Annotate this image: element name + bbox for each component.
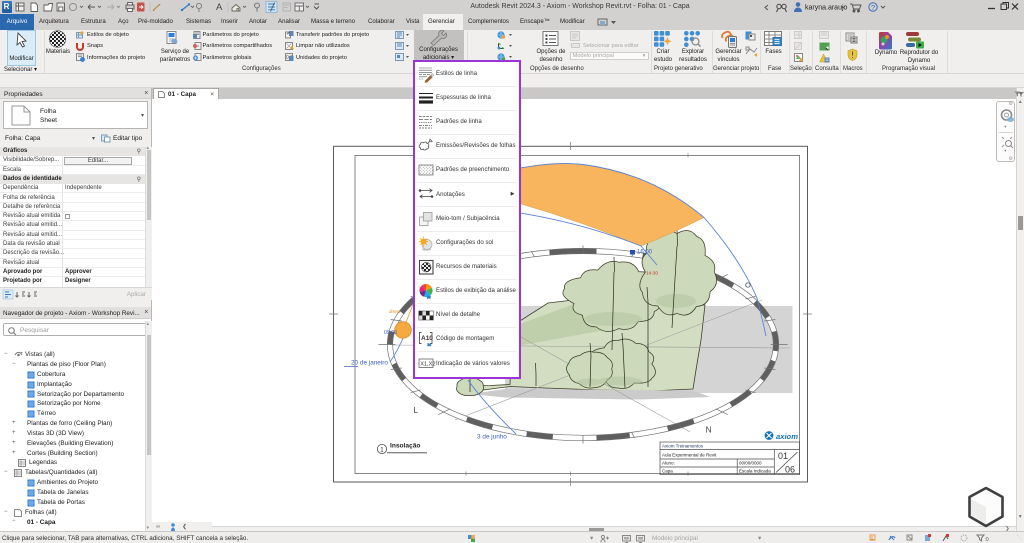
svg-text:00/00/0000: 00/00/0000 — [739, 461, 762, 466]
svg-text:Insolação: Insolação — [390, 443, 420, 450]
svg-text:O: O — [745, 281, 751, 290]
svg-text:?: ? — [871, 3, 875, 12]
svg-text:06: 06 — [785, 465, 795, 475]
svg-text:01: 01 — [778, 451, 788, 461]
svg-text:Aluno:: Aluno: — [662, 461, 675, 466]
svg-text:axiom: axiom — [776, 432, 798, 441]
svg-text:karyna.araujo: karyna.araujo — [805, 5, 848, 12]
svg-text:N: N — [706, 425, 712, 435]
svg-text:L: L — [414, 405, 419, 415]
svg-text:A: A — [216, 2, 223, 13]
svg-text:3 de junho: 3 de junho — [477, 434, 507, 441]
svg-text:Escala Indicada: Escala Indicada — [739, 469, 771, 474]
svg-text::0: :0 — [985, 537, 989, 543]
svg-text:09:00: 09:00 — [384, 330, 397, 336]
svg-text:20 de janeiro: 20 de janeiro — [351, 360, 388, 367]
svg-text:Axiom Treinamentos: Axiom Treinamentos — [662, 443, 704, 448]
svg-text:Aula Experimental de Revit: Aula Experimental de Revit — [662, 453, 717, 458]
svg-text:16:00: 16:00 — [637, 250, 653, 256]
svg-text:Capa: Capa — [662, 469, 673, 474]
svg-text:14:30: 14:30 — [646, 271, 658, 277]
svg-text:direta: direta — [389, 309, 401, 314]
